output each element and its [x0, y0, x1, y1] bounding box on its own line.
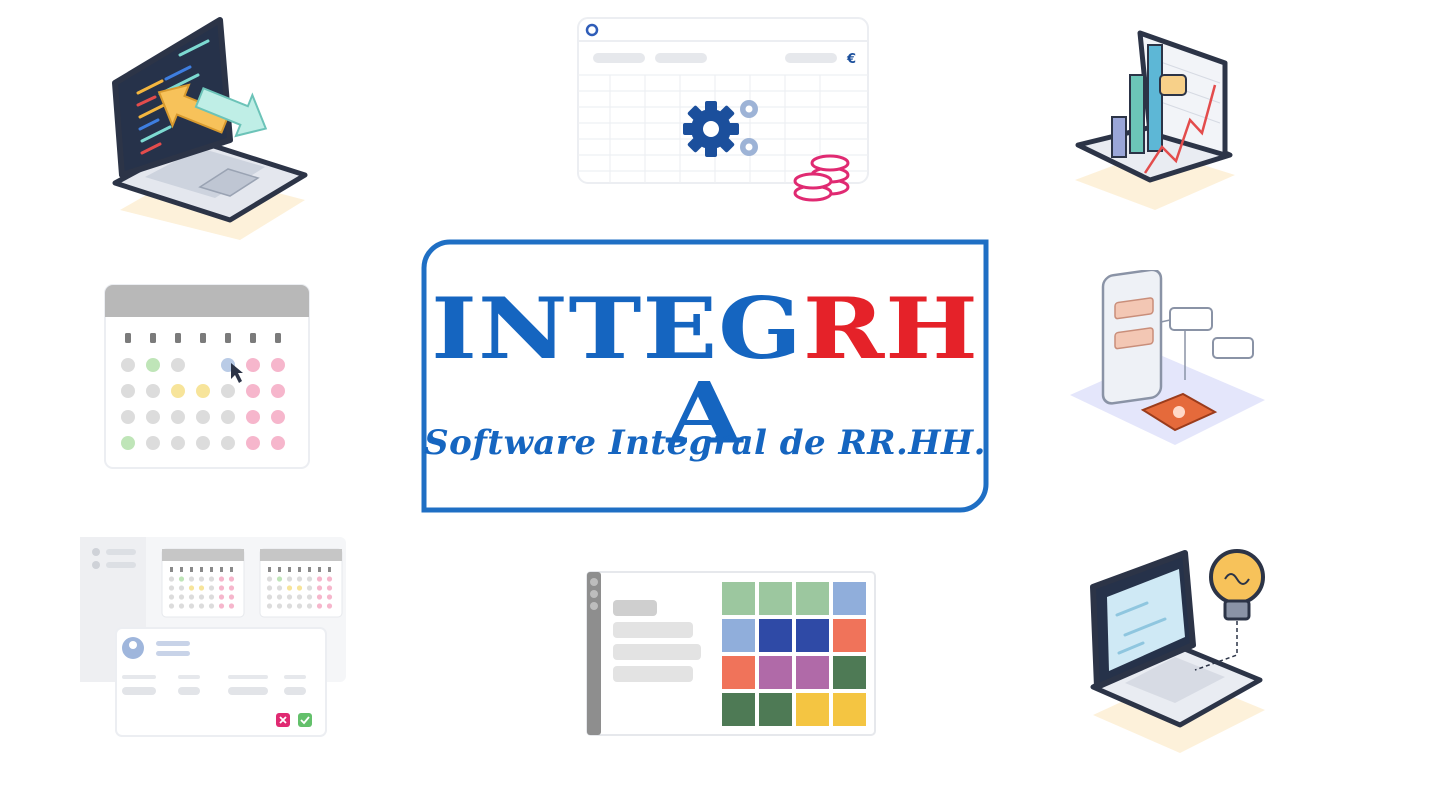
brand-logo: INTEGRHA Software Integral de RR.HH. — [420, 238, 990, 514]
brand-tagline: Software Integral de RR.HH. — [424, 423, 986, 463]
spreadsheet-gears-icon: € — [575, 15, 875, 210]
currency-symbol: € — [846, 52, 856, 67]
mobile-app-icon — [1065, 270, 1270, 465]
laptop-lightbulb-icon — [1085, 545, 1275, 760]
bar-chart-laptop-icon — [1070, 15, 1240, 215]
brand-name-part-1: INTEG — [431, 279, 803, 379]
laptop-code-icon — [100, 15, 315, 250]
calendar-icon — [103, 283, 313, 471]
heatmap-panel-icon — [585, 570, 877, 738]
brand-name-part-2: RH — [802, 279, 979, 379]
leave-request-icon — [78, 535, 348, 740]
